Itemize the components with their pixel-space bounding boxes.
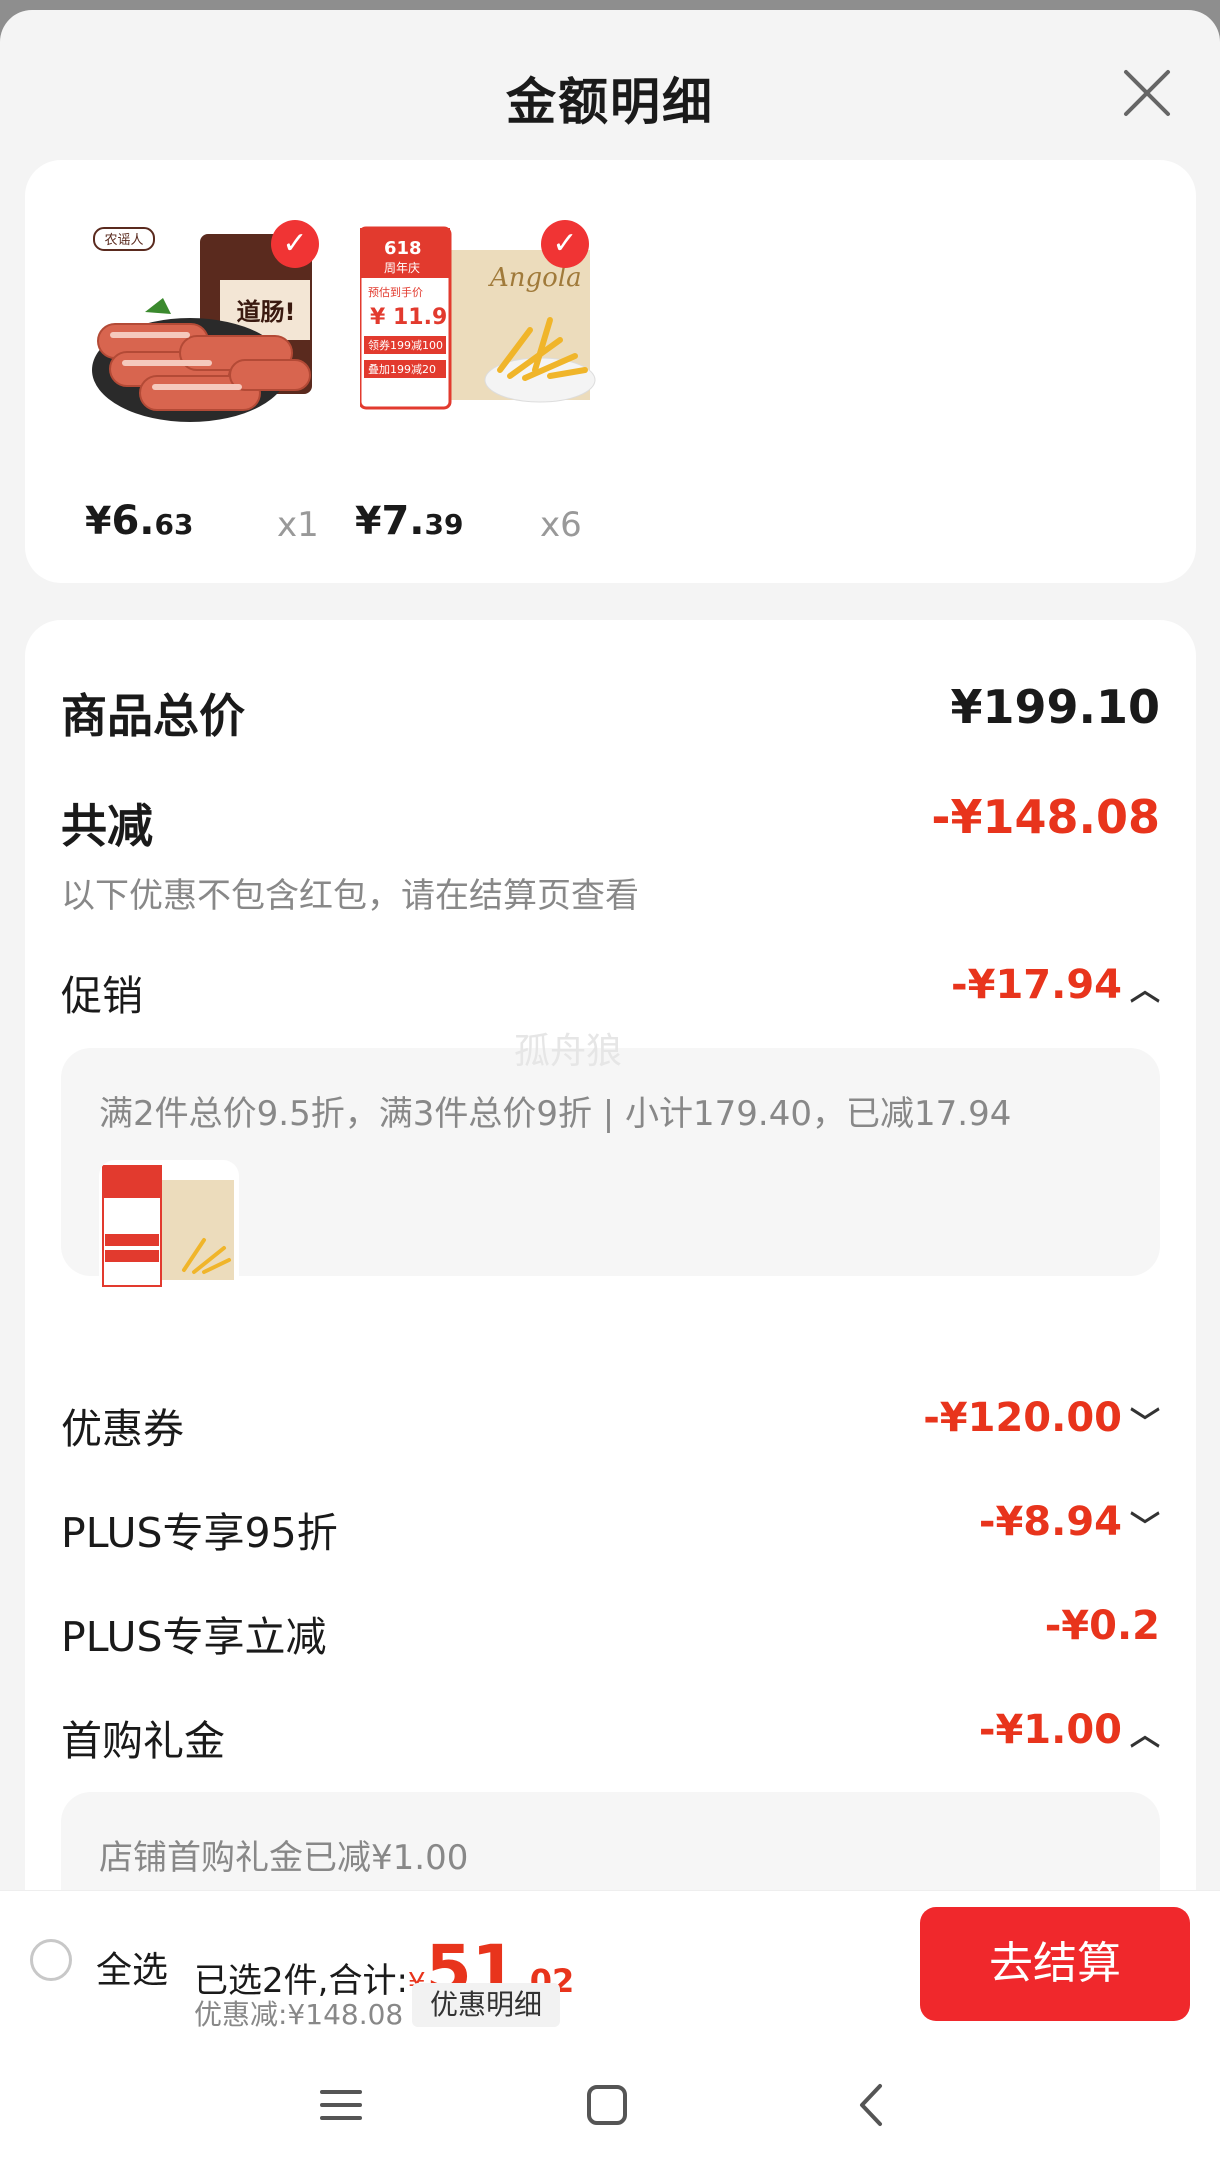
sheet-title: 金额明细 [506, 73, 714, 131]
home-button[interactable] [582, 2080, 632, 2134]
product-price-sausage: ¥6.63 [85, 498, 193, 544]
coupon-value-wrap: -¥120.00 ﹀ [923, 1395, 1160, 1442]
fries-badge-anniv: 周年庆 [384, 261, 420, 275]
select-all-label[interactable]: 全选 [96, 1941, 168, 1993]
plus-discount-row[interactable]: PLUS专享95折 -¥8.94 ﹀ [61, 1499, 1160, 1557]
promo-detail-text: 满2件总价9.5折，满3件总价9折 | 小计179.40，已减17.94 [99, 1094, 1012, 1134]
price-symbol: ¥ [85, 499, 112, 543]
first-gift-label: 首购礼金 [61, 1717, 225, 1765]
goods-total-row: 商品总价 ¥199.10 [61, 680, 1160, 743]
watermark-text: 孤舟狼 [514, 1031, 623, 1072]
total-reduce-label: 共减 [61, 799, 153, 853]
first-gift-value: -¥1.00 [978, 1707, 1122, 1753]
plus-discount-value-wrap: -¥8.94 ﹀ [979, 1499, 1160, 1546]
home-square-icon [587, 2085, 627, 2125]
first-gift-detail-text: 店铺首购礼金已减¥1.00 [99, 1838, 469, 1878]
close-icon [1124, 70, 1170, 116]
promo-value-wrap: -¥17.94 ︿ [951, 962, 1160, 1009]
system-nav-bar [0, 2038, 1220, 2171]
plus-reduce-row: PLUS专享立减 -¥0.2 [61, 1603, 1160, 1661]
price-dec: 39 [424, 508, 464, 541]
product-qty-fries: x6 [540, 505, 582, 545]
first-gift-row[interactable]: 首购礼金 -¥1.00 ︿ [61, 1707, 1160, 1765]
back-arrow-icon [860, 2084, 882, 2126]
product-price-fries: ¥7.39 [355, 498, 463, 544]
selected-check-icon[interactable]: ✓ [271, 220, 319, 268]
first-gift-value-wrap: -¥1.00 ︿ [979, 1707, 1160, 1754]
promo-value: -¥17.94 [951, 962, 1122, 1008]
product-qty-sausage: x1 [277, 505, 319, 545]
menu-icon [320, 2090, 362, 2120]
price-dec: 63 [154, 508, 194, 541]
price-symbol: ¥ [355, 499, 382, 543]
promo-label: 促销 [61, 972, 143, 1020]
chevron-up-icon: ︿ [1130, 973, 1160, 1008]
back-button[interactable] [848, 2080, 898, 2134]
checkout-button[interactable]: 去结算 [920, 1907, 1190, 2021]
sausage-pack-text: 道肠! [237, 298, 296, 326]
fries-coupon-2: 叠加199减20 [368, 363, 436, 376]
select-all-radio[interactable] [30, 1939, 72, 1981]
fries-badge-label: 预估到手价 [368, 285, 423, 299]
discount-detail-button[interactable]: 优惠明细 [412, 1983, 561, 2027]
total-reduce-row: 共减 -¥148.08 [61, 790, 1160, 853]
chevron-down-icon: ﹀ [1130, 1510, 1160, 1545]
promo-row[interactable]: 促销 -¥17.94 ︿ [61, 962, 1160, 1020]
close-button[interactable] [1116, 62, 1178, 124]
fries-coupon-1: 领券199减100 [368, 338, 443, 352]
coupon-label: 优惠券 [61, 1405, 184, 1453]
selected-check-icon[interactable]: ✓ [541, 220, 589, 268]
promo-detail-box: 满2件总价9.5折，满3件总价9折 | 小计179.40，已减17.94 [61, 1048, 1160, 1302]
price-int: 6. [111, 498, 155, 544]
selected-products-card: 道肠! 农谣人 ✓ ¥6.63 x1 Angola 618 周年庆 预估到手价 … [25, 160, 1196, 583]
plus-discount-value: -¥8.94 [978, 1499, 1122, 1545]
discount-summary: 优惠减:¥148.08 [194, 1998, 404, 2031]
fries-badge-618: 618 [384, 238, 422, 259]
fries-thumb-image [102, 1165, 234, 1287]
goods-total-label: 商品总价 [61, 689, 245, 743]
price-int: 7. [381, 498, 425, 544]
coupon-row[interactable]: 优惠券 -¥120.00 ﹀ [61, 1395, 1160, 1453]
chevron-down-icon: ﹀ [1130, 1406, 1160, 1441]
discount-note: 以下优惠不包含红包，请在结算页查看 [61, 876, 639, 916]
goods-total-value: ¥199.10 [950, 680, 1160, 734]
checkout-bar: 全选 已选2件,合计:¥51.02 优惠减:¥148.08 优惠明细 去结算 [0, 1890, 1220, 2039]
plus-reduce-label: PLUS专享立减 [61, 1613, 327, 1661]
sausage-brand-text: 农谣人 [104, 233, 143, 248]
fries-badge-price: ¥ 11.9 [370, 305, 447, 330]
plus-discount-label: PLUS专享95折 [61, 1509, 338, 1557]
total-reduce-value: -¥148.08 [931, 790, 1160, 844]
amount-detail-sheet: 金额明细 道肠! 农谣人 ✓ ¥6.63 x1 Angola 618 周年庆 预… [0, 10, 1220, 2171]
menu-button[interactable] [316, 2080, 366, 2134]
coupon-value: -¥120.00 [923, 1395, 1122, 1441]
promo-product-thumbnail[interactable] [99, 1160, 239, 1302]
plus-reduce-value: -¥0.2 [1044, 1603, 1160, 1649]
chevron-up-icon: ︿ [1130, 1718, 1160, 1753]
